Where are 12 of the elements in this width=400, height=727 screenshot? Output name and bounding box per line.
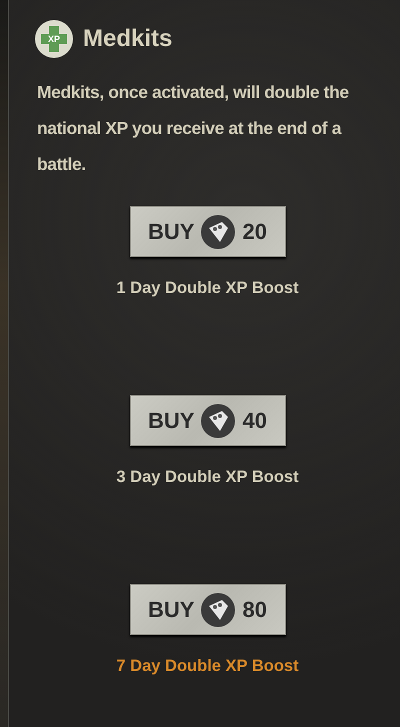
panel-title: Medkits [83, 25, 172, 53]
medkit-icon: XP [35, 20, 73, 58]
buy-button[interactable]: BUY 40 [130, 395, 286, 446]
offer-label: 1 Day Double XP Boost [116, 279, 299, 298]
skull-coin-icon [200, 592, 236, 628]
offer-label: 3 Day Double XP Boost [116, 468, 299, 487]
buy-button[interactable]: BUY 80 [130, 584, 286, 635]
offer-label: 7 Day Double XP Boost [116, 657, 299, 676]
skull-coin-icon [200, 402, 236, 438]
description: Medkits, once activated, will double the national XP you receive at the end of a battle. [37, 81, 350, 176]
buy-button[interactable]: BUY 20 [130, 206, 286, 257]
skull-coin-icon [200, 214, 236, 250]
